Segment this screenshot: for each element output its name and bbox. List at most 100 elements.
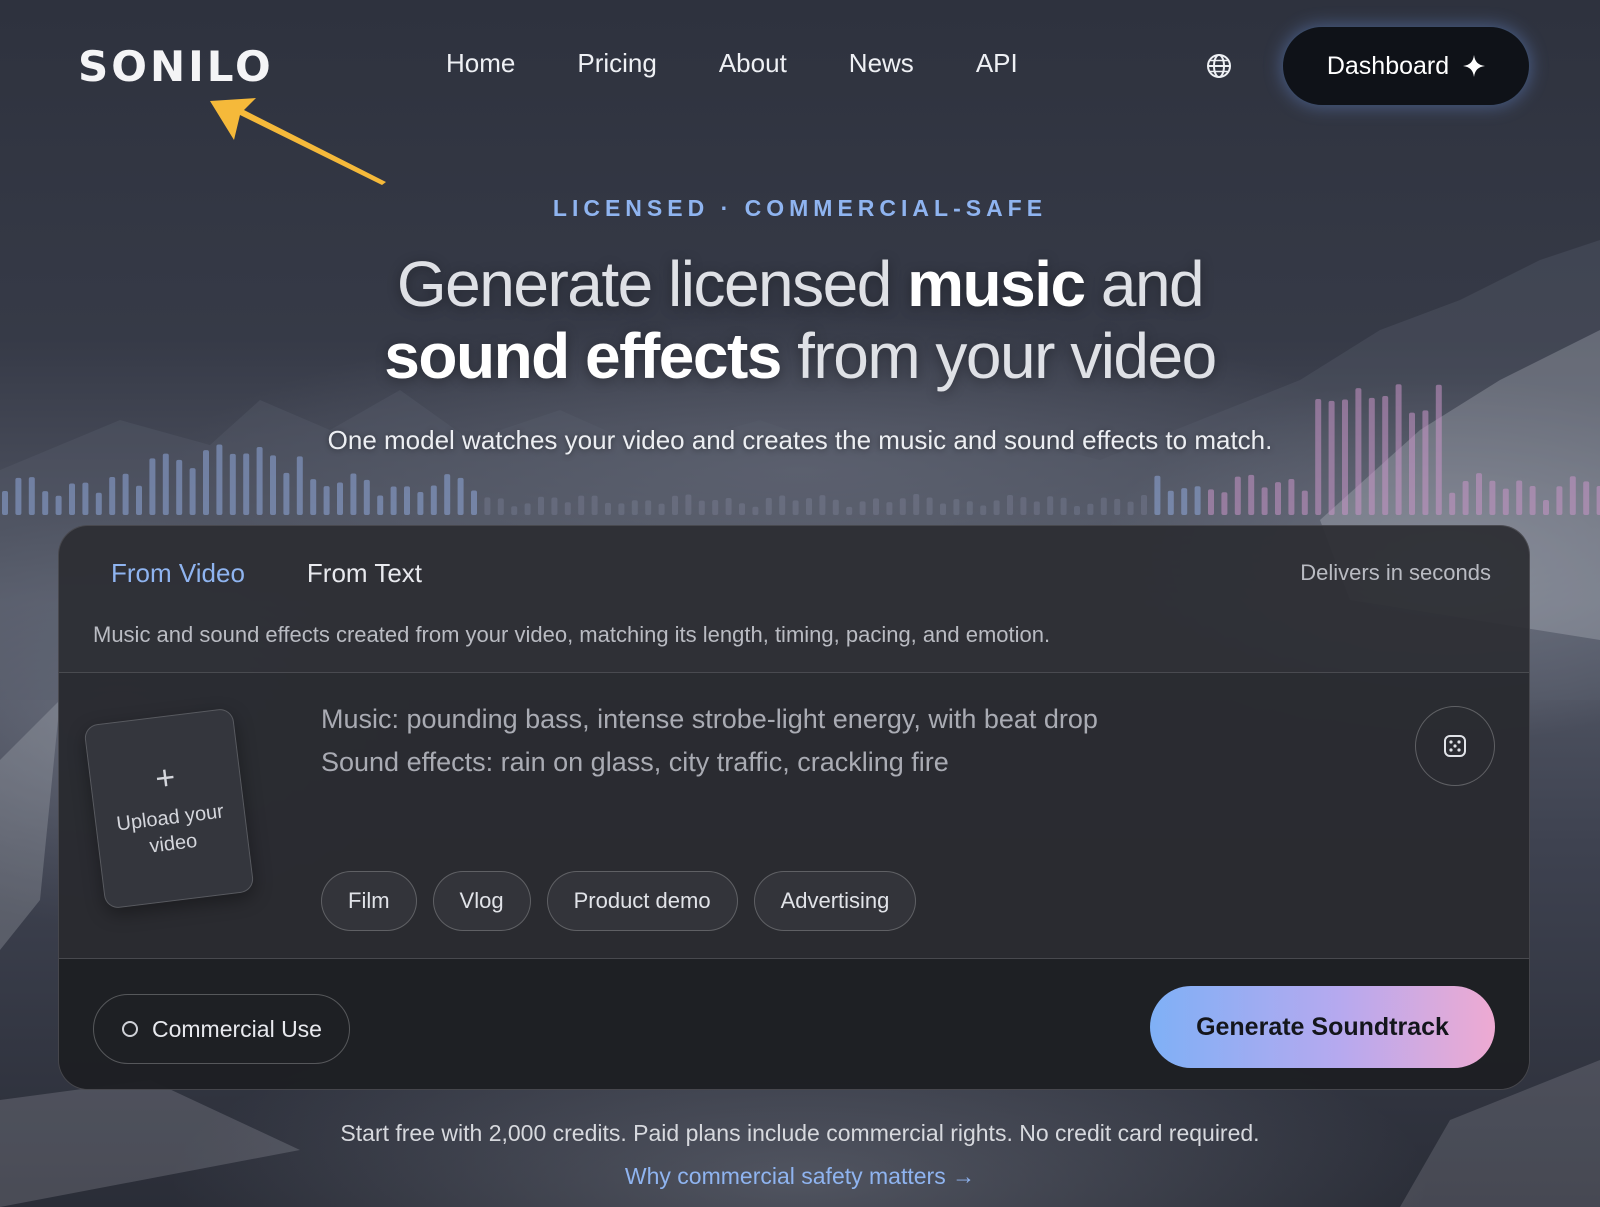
hero-subhead: One model watches your video and creates… [327, 425, 1273, 455]
waveform-bar [162, 453, 169, 515]
waveform-bar [993, 500, 1000, 515]
waveform-bar [618, 503, 625, 515]
headline-part: from your video [780, 320, 1217, 392]
randomize-button[interactable] [1415, 706, 1495, 786]
waveform-bar [256, 447, 263, 515]
waveform-bar [296, 456, 303, 515]
waveform-bar [658, 503, 665, 515]
waveform-bar [1315, 398, 1322, 515]
prompt-textarea[interactable]: Music: pounding bass, intense strobe-lig… [321, 698, 1098, 784]
waveform-bar [283, 472, 290, 515]
dice-icon [1444, 735, 1466, 757]
commercial-safety-link[interactable]: Why commercial safety matters → [0, 1163, 1600, 1190]
waveform-bar [1489, 480, 1496, 515]
waveform-bar [1368, 397, 1375, 515]
waveform-bar [484, 497, 491, 515]
hero-eyebrow: LICENSED · COMMERCIAL-SAFE [552, 195, 1048, 221]
waveform-bar [377, 495, 384, 515]
waveform-bar [2, 491, 8, 515]
waveform-bar [886, 502, 893, 515]
waveform-bar [1167, 490, 1174, 515]
dashboard-button[interactable]: Dashboard [1282, 26, 1530, 106]
waveform-bar [69, 483, 75, 515]
waveform-bar [471, 490, 477, 515]
waveform-bar [109, 476, 116, 515]
commercial-use-toggle[interactable]: Commercial Use [93, 994, 350, 1064]
waveform-bar [846, 506, 853, 515]
waveform-bar [122, 473, 129, 515]
waveform-bar [1154, 475, 1161, 515]
waveform-bar [926, 497, 933, 515]
waveform-bar [524, 503, 531, 515]
chip-product-demo[interactable]: Product demo [546, 871, 738, 931]
waveform-bar [1596, 485, 1600, 515]
waveform-bar [1569, 476, 1576, 515]
waveform-bar [1583, 481, 1590, 515]
headline-part: sound effects [384, 320, 782, 392]
waveform-bar [1181, 488, 1188, 515]
nav-home[interactable]: Home [446, 48, 515, 79]
main-nav: Home Pricing About News API [446, 48, 1080, 79]
waveform-bar [1020, 497, 1027, 515]
waveform-bar [1328, 400, 1335, 515]
waveform-bar [1342, 399, 1348, 515]
prompt-line: Music: pounding bass, intense strobe-lig… [321, 704, 1098, 734]
waveform-bar [189, 468, 196, 515]
waveform-bar [404, 486, 410, 515]
nav-pricing[interactable]: Pricing [577, 48, 656, 79]
waveform-bar [551, 497, 558, 515]
waveform-bar [1516, 480, 1523, 515]
waveform-bar [417, 492, 424, 515]
nav-news[interactable]: News [849, 48, 914, 79]
nav-about[interactable]: About [719, 48, 787, 79]
waveform-bar [1087, 503, 1094, 515]
waveform-bar [779, 495, 786, 515]
chip-advertising[interactable]: Advertising [753, 871, 917, 931]
commercial-use-label: Commercial Use [152, 1015, 322, 1042]
waveform-bar [42, 491, 49, 515]
waveform-bar [765, 497, 772, 515]
waveform-bar [55, 495, 62, 515]
waveform-bar [1288, 478, 1295, 515]
globe-icon[interactable] [1205, 52, 1233, 80]
waveform-bar [149, 458, 156, 515]
waveform-bar [1529, 485, 1536, 515]
waveform-bar [806, 498, 812, 515]
chip-film[interactable]: Film [321, 871, 417, 931]
waveform-bar [1100, 497, 1107, 515]
waveform-bar [1275, 482, 1281, 515]
waveform-bar [310, 479, 317, 515]
waveform-bar [980, 505, 987, 515]
waveform-bar [1449, 492, 1456, 515]
waveform-bar [564, 502, 571, 515]
annotation-arrow [210, 98, 386, 185]
chip-vlog[interactable]: Vlog [432, 871, 531, 931]
waveform-bar [672, 495, 678, 515]
plus-icon: + [153, 757, 178, 798]
waveform-bar [1301, 490, 1308, 515]
waveform-bar [832, 499, 839, 515]
headline-part: Generate licensed [396, 248, 908, 320]
preset-chips: Film Vlog Product demo Advertising [321, 871, 917, 931]
waveform-bar [631, 500, 638, 515]
waveform-bar [1248, 474, 1255, 515]
brand-logo[interactable]: SONILO [78, 42, 274, 91]
upload-video-dropzone[interactable]: + Upload your video [83, 707, 255, 910]
nav-api[interactable]: API [976, 48, 1018, 79]
waveform-bar [739, 503, 745, 515]
tab-from-text[interactable]: From Text [307, 558, 422, 589]
headline-part: music [907, 248, 1086, 320]
sparkle-icon [1463, 55, 1486, 77]
generate-soundtrack-button[interactable]: Generate Soundtrack [1150, 986, 1495, 1068]
waveform-bar [819, 495, 826, 515]
tab-from-video[interactable]: From Video [111, 558, 245, 589]
waveform-bar [698, 500, 705, 515]
waveform-bar [792, 500, 799, 515]
waveform-bar [1543, 499, 1549, 515]
waveform-bar [203, 450, 209, 515]
waveform-bar [430, 485, 437, 515]
waveform-bar [1060, 497, 1067, 515]
waveform-bar [1033, 501, 1040, 515]
waveform-bar [953, 499, 960, 515]
waveform-bar [966, 501, 973, 515]
